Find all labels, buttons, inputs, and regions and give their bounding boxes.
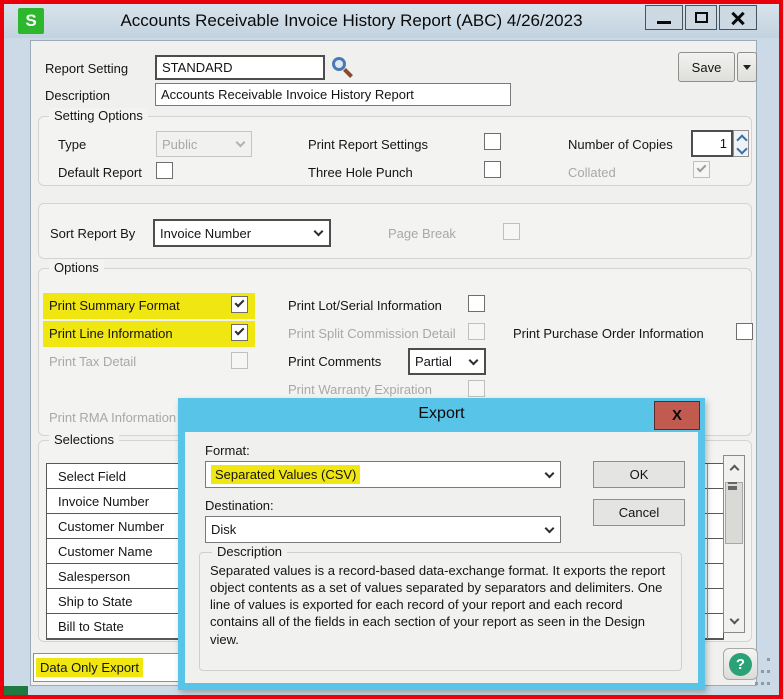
- app-logo-icon: S: [18, 8, 44, 34]
- print-line-information-label: Print Line Information: [49, 326, 173, 341]
- selections-scrollbar[interactable]: [723, 455, 745, 633]
- scrollbar-grip-icon: [728, 482, 737, 490]
- page-break-label: Page Break: [388, 226, 456, 241]
- resize-grip[interactable]: [755, 658, 771, 688]
- table-column-divider: [707, 464, 708, 639]
- report-setting-input[interactable]: STANDARD: [155, 55, 325, 80]
- background-app-sliver: [4, 686, 28, 695]
- print-lot-serial-information-label: Print Lot/Serial Information: [288, 298, 442, 313]
- export-dialog-close-button[interactable]: X: [654, 401, 700, 430]
- dropdown-arrow-icon: [743, 65, 751, 70]
- destination-dropdown[interactable]: Disk: [205, 516, 561, 543]
- collated-label: Collated: [568, 165, 616, 180]
- chevron-down-icon: [314, 227, 324, 237]
- lookup-magnifier-icon[interactable]: [331, 56, 353, 78]
- scroll-up-button[interactable]: [724, 456, 744, 478]
- print-warranty-expiration-label: Print Warranty Expiration: [288, 382, 432, 397]
- print-report-settings-label: Print Report Settings: [308, 137, 428, 152]
- format-label: Format:: [205, 443, 250, 458]
- help-icon: ?: [729, 653, 752, 676]
- format-value: Separated Values (CSV): [211, 465, 360, 484]
- sort-report-by-dropdown[interactable]: Invoice Number: [153, 219, 331, 247]
- print-split-commission-detail-checkbox: [468, 323, 485, 340]
- chevron-down-icon: [469, 355, 479, 365]
- export-dialog-title: Export: [178, 405, 705, 423]
- check-icon: [235, 298, 245, 308]
- chevron-up-icon: [729, 464, 739, 474]
- print-split-commission-detail-label: Print Split Commission Detail: [288, 326, 456, 341]
- default-report-label: Default Report: [58, 165, 142, 180]
- window-title: Accounts Receivable Invoice History Repo…: [64, 11, 639, 31]
- sort-panel: Sort Report By Invoice Number Page Break: [38, 203, 752, 259]
- three-hole-punch-label: Three Hole Punch: [308, 165, 413, 180]
- report-setting-label: Report Setting: [45, 61, 128, 76]
- options-title: Options: [49, 260, 104, 275]
- close-button[interactable]: [719, 5, 757, 30]
- spin-up-icon[interactable]: [734, 131, 748, 144]
- help-button[interactable]: ?: [723, 648, 758, 680]
- type-label: Type: [58, 137, 86, 152]
- export-dialog: Export X Format: Separated Values (CSV) …: [178, 398, 705, 690]
- selections-title: Selections: [49, 432, 119, 447]
- print-purchase-order-information-label: Print Purchase Order Information: [513, 326, 704, 341]
- maximize-button[interactable]: [685, 5, 717, 30]
- print-summary-format-label: Print Summary Format: [49, 298, 180, 313]
- print-warranty-expiration-checkbox: [468, 380, 485, 397]
- print-tax-detail-label: Print Tax Detail: [49, 354, 136, 369]
- collated-checkbox: [693, 161, 710, 178]
- page-break-checkbox: [503, 223, 520, 240]
- number-of-copies-stepper[interactable]: [733, 130, 749, 157]
- save-button[interactable]: Save: [678, 52, 735, 82]
- check-icon: [235, 326, 245, 336]
- description-group-title: Description: [212, 544, 287, 559]
- close-icon: [730, 10, 746, 26]
- print-rma-information-label: Print RMA Information: [49, 410, 176, 425]
- print-lot-serial-information-checkbox[interactable]: [468, 295, 485, 312]
- minimize-icon: [657, 21, 671, 24]
- chevron-down-icon: [729, 614, 739, 624]
- spin-down-icon[interactable]: [734, 144, 748, 157]
- ok-button[interactable]: OK: [593, 461, 685, 488]
- destination-label: Destination:: [205, 498, 274, 513]
- export-dialog-body: Format: Separated Values (CSV) OK Destin…: [185, 432, 698, 683]
- number-of-copies-label: Number of Copies: [568, 137, 673, 152]
- data-only-export-field[interactable]: Data Only Export: [33, 653, 182, 682]
- number-of-copies-input[interactable]: 1: [691, 130, 733, 157]
- print-report-settings-checkbox[interactable]: [484, 133, 501, 150]
- window-titlebar: S Accounts Receivable Invoice History Re…: [4, 4, 779, 38]
- print-comments-label: Print Comments: [288, 354, 381, 369]
- sort-report-by-label: Sort Report By: [50, 226, 135, 241]
- data-only-export-value: Data Only Export: [36, 658, 143, 677]
- description-group: Description Separated values is a record…: [199, 552, 682, 671]
- save-dropdown-button[interactable]: [737, 52, 757, 82]
- chevron-down-icon: [236, 138, 246, 148]
- minimize-button[interactable]: [645, 5, 683, 30]
- check-icon: [697, 163, 707, 173]
- maximize-icon: [695, 12, 708, 23]
- description-label: Description: [45, 88, 110, 103]
- scrollbar-thumb[interactable]: [725, 482, 743, 544]
- print-comments-dropdown[interactable]: Partial: [408, 348, 486, 375]
- scroll-down-button[interactable]: [724, 610, 744, 632]
- type-dropdown[interactable]: Public: [156, 131, 252, 157]
- setting-options-title: Setting Options: [49, 108, 148, 123]
- print-purchase-order-information-checkbox[interactable]: [736, 323, 753, 340]
- print-tax-detail-checkbox: [231, 352, 248, 369]
- print-summary-format-checkbox[interactable]: [231, 296, 248, 313]
- cancel-button[interactable]: Cancel: [593, 499, 685, 526]
- chevron-down-icon: [545, 523, 555, 533]
- print-line-information-checkbox[interactable]: [231, 324, 248, 341]
- default-report-checkbox[interactable]: [156, 162, 173, 179]
- description-text: Separated values is a record-based data-…: [210, 562, 674, 648]
- chevron-down-icon: [545, 468, 555, 478]
- setting-options-group: Setting Options Type Public Print Report…: [38, 116, 752, 186]
- three-hole-punch-checkbox[interactable]: [484, 161, 501, 178]
- format-dropdown[interactable]: Separated Values (CSV): [205, 461, 561, 488]
- description-input[interactable]: Accounts Receivable Invoice History Repo…: [155, 83, 511, 106]
- screenshot-root: S Accounts Receivable Invoice History Re…: [0, 0, 783, 699]
